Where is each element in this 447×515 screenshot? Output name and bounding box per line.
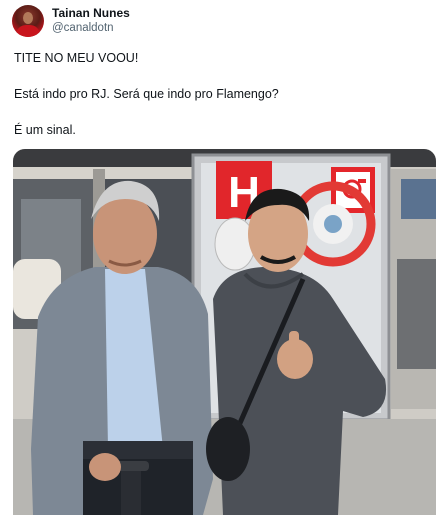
tweet-text-line: Está indo pro RJ. Será que indo pro Flam… — [14, 87, 279, 101]
tweet-photo[interactable]: H — [13, 149, 436, 515]
avatar-shirt — [16, 25, 40, 37]
tweet-text-line: É um sinal. — [14, 123, 76, 137]
tweet-card[interactable]: Tainan Nunes @canaldotn TITE NO MEU VOOU… — [0, 0, 447, 515]
author-display-name[interactable]: Tainan Nunes — [52, 6, 130, 20]
author-handle[interactable]: @canaldotn — [52, 22, 114, 34]
avatar[interactable] — [12, 5, 44, 37]
photo-illustration: H — [13, 149, 436, 515]
avatar-face — [23, 12, 33, 24]
tweet-text-line: TITE NO MEU VOOU! — [14, 51, 139, 65]
